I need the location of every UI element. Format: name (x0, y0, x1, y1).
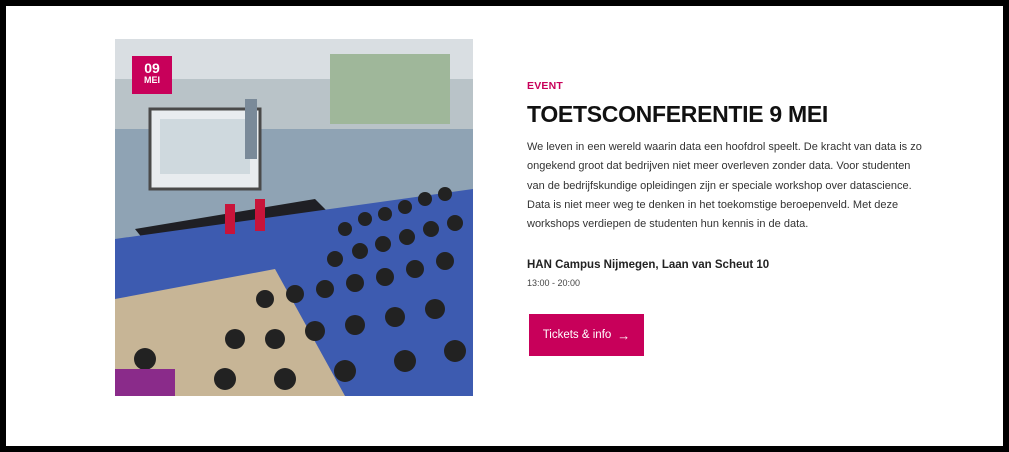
date-month: MEI (143, 75, 160, 85)
event-category-label: EVENT (527, 80, 564, 92)
event-location: HAN Campus Nijmegen, Laan van Scheut 10 (527, 259, 770, 271)
date-badge: 09 MEI (132, 56, 172, 94)
tickets-info-button[interactable]: Tickets & info → (529, 314, 644, 356)
arrow-right-icon: → (617, 327, 631, 343)
event-photo: 09 MEI (115, 39, 473, 396)
event-time: 13:00 - 20:00 (527, 278, 581, 288)
event-description: We leven in een wereld waarin data een h… (527, 141, 922, 231)
tickets-info-button-label: Tickets & info (542, 329, 612, 341)
event-card: 09 MEI EVENT TOETSCONFERENTIE 9 MEI We l… (6, 6, 1003, 446)
date-day: 09 (144, 60, 160, 76)
event-title: TOETSCONFERENTIE 9 MEI (527, 101, 828, 127)
